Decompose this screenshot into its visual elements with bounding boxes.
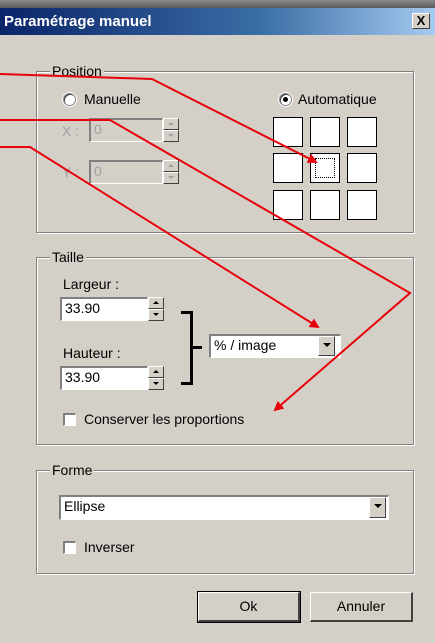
- radio-manuelle-label[interactable]: Manuelle: [84, 91, 141, 107]
- x-spinner[interactable]: [163, 118, 179, 142]
- hauteur-label: Hauteur :: [63, 345, 121, 361]
- radio-manuelle[interactable]: [63, 93, 76, 106]
- x-label: X :: [62, 123, 80, 139]
- cancel-button[interactable]: Annuler: [310, 592, 413, 622]
- ok-button[interactable]: Ok: [197, 591, 301, 623]
- inverser-checkbox[interactable]: [63, 541, 76, 554]
- x-input[interactable]: 0: [89, 118, 163, 142]
- largeur-spin-up[interactable]: [148, 297, 164, 309]
- anchor-bottom-center[interactable]: [310, 190, 340, 220]
- y-spinner[interactable]: [163, 160, 179, 184]
- anchor-center[interactable]: [310, 153, 340, 183]
- inverser-label[interactable]: Inverser: [84, 539, 135, 555]
- radio-automatique-label[interactable]: Automatique: [298, 91, 377, 107]
- largeur-spinner[interactable]: [148, 297, 164, 321]
- background-window-edge: [0, 0, 435, 8]
- y-label: Y :: [62, 164, 79, 180]
- link-bracket: [181, 311, 193, 385]
- forme-group: [36, 470, 414, 574]
- anchor-bottom-right[interactable]: [347, 190, 377, 220]
- anchor-bottom-left[interactable]: [273, 190, 303, 220]
- hauteur-input[interactable]: 33.90: [60, 366, 148, 390]
- anchor-middle-right[interactable]: [347, 153, 377, 183]
- forme-legend: Forme: [50, 462, 95, 478]
- anchor-top-center[interactable]: [310, 117, 340, 147]
- hauteur-spin-up[interactable]: [148, 366, 164, 378]
- hauteur-spinner[interactable]: [148, 366, 164, 390]
- y-spin-down[interactable]: [163, 172, 179, 184]
- x-spin-down[interactable]: [163, 130, 179, 142]
- largeur-spin-down[interactable]: [148, 309, 164, 321]
- taille-legend: Taille: [50, 249, 86, 265]
- unit-dropdown-arrow[interactable]: [318, 336, 335, 356]
- largeur-input[interactable]: 33.90: [60, 297, 148, 321]
- y-input[interactable]: 0: [89, 160, 163, 184]
- y-spin-up[interactable]: [163, 160, 179, 172]
- anchor-middle-left[interactable]: [273, 153, 303, 183]
- radio-automatique[interactable]: [279, 93, 292, 106]
- x-spin-up[interactable]: [163, 118, 179, 130]
- title-bar[interactable]: Paramétrage manuel: [0, 8, 435, 35]
- shape-dropdown-arrow[interactable]: [369, 497, 386, 518]
- anchor-top-left[interactable]: [273, 117, 303, 147]
- position-legend: Position: [50, 63, 104, 79]
- hauteur-spin-down[interactable]: [148, 378, 164, 390]
- largeur-label: Largeur :: [63, 276, 120, 292]
- dialog-title: Paramétrage manuel: [4, 13, 152, 30]
- anchor-top-right[interactable]: [347, 117, 377, 147]
- shape-dropdown[interactable]: Ellipse: [59, 495, 389, 520]
- conserver-checkbox[interactable]: [63, 413, 76, 426]
- conserver-label[interactable]: Conserver les proportions: [84, 411, 244, 427]
- link-bracket-tick: [193, 346, 202, 349]
- close-button[interactable]: X: [412, 13, 430, 29]
